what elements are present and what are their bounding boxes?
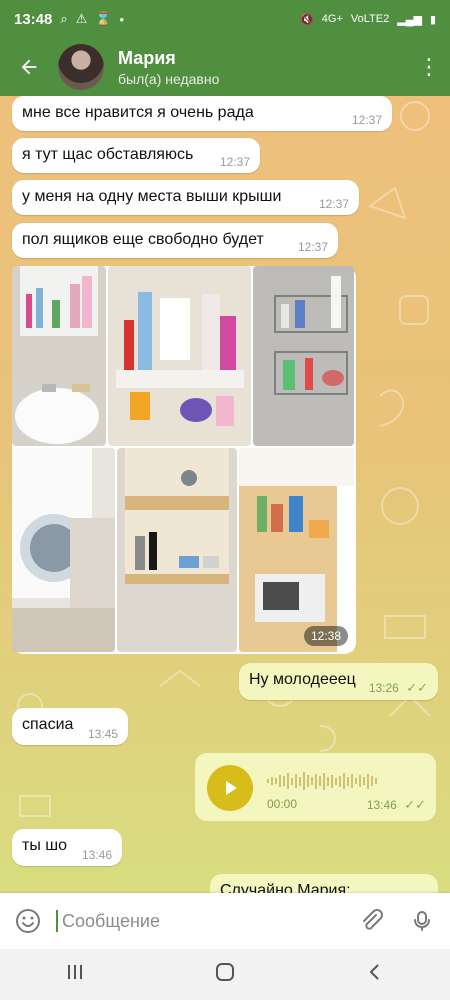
- back-arrow-icon: [21, 59, 37, 75]
- chat-area[interactable]: мне все нравится я очень рада 12:37 я ту…: [0, 96, 450, 893]
- message-input[interactable]: Сообщение: [56, 905, 338, 937]
- message-meta: 13:26 ✓✓: [369, 680, 428, 696]
- status-bar: 13:48 ⌕ ⚠ ⌛ • 🔇 4G+ VoLTE2 ▂▄▆ ▮: [0, 0, 450, 38]
- message-time: 13:46: [81, 848, 112, 862]
- message-bubble-outgoing[interactable]: Ну молодееец 13:26 ✓✓: [239, 663, 438, 700]
- photo-thumbnail[interactable]: [117, 448, 237, 652]
- microphone-button[interactable]: [406, 905, 438, 937]
- message-text: я тут щас обставляюсь: [22, 146, 194, 163]
- kebab-menu-icon: ⋮: [418, 54, 440, 79]
- message-time: 12:37: [297, 240, 328, 254]
- home-icon: [216, 963, 234, 981]
- chat-status: был(а) недавно: [118, 70, 220, 87]
- home-button[interactable]: [214, 961, 236, 988]
- message-meta: 13:46 ✓✓: [367, 797, 426, 813]
- emoji-button[interactable]: [12, 905, 44, 937]
- back-nav-button[interactable]: [364, 961, 386, 988]
- message-bubble[interactable]: ты шо 13:46: [12, 829, 122, 866]
- avatar[interactable]: [58, 44, 104, 90]
- under-sink-cabinet-image: [108, 266, 251, 446]
- wooden-shelf-image: [117, 448, 237, 652]
- play-icon: [226, 781, 237, 795]
- microphone-icon: [414, 911, 430, 931]
- bathroom-sink-image: [12, 266, 106, 446]
- photo-album[interactable]: 12:38: [12, 266, 356, 654]
- mute-icon: 🔇: [300, 13, 314, 26]
- chat-header: Мария был(а) недавно ⋮: [0, 38, 450, 96]
- photo-thumbnail[interactable]: [12, 448, 115, 652]
- signal-icon: ▂▄▆: [397, 13, 422, 26]
- battery-icon: ▮: [429, 13, 436, 26]
- photo-time: 12:38: [303, 626, 348, 646]
- network-label: 4G+: [321, 13, 343, 25]
- photo-thumbnail[interactable]: [108, 266, 251, 446]
- system-navigation-bar: [0, 949, 450, 1000]
- message-bubble[interactable]: у меня на одну места выши крыши 12:37: [12, 180, 359, 215]
- message-time: 12:37: [318, 197, 349, 211]
- message-bubble[interactable]: спасиа 13:45: [12, 708, 128, 745]
- search-icon: ⌕: [60, 11, 68, 26]
- message-text: пол ящиков еще свободно будет: [22, 231, 264, 248]
- chat-name: Мария: [118, 47, 176, 68]
- message-input-placeholder: Сообщение: [62, 910, 160, 931]
- more-options-button[interactable]: ⋮: [408, 54, 450, 80]
- message-time: 13:45: [87, 727, 118, 741]
- message-text: спасиа: [22, 716, 74, 733]
- play-button[interactable]: [207, 765, 253, 811]
- shower-caddy-image: [253, 266, 354, 446]
- message-bubble[interactable]: пол ящиков еще свободно будет 12:37: [12, 223, 338, 258]
- double-check-icon: ✓✓: [404, 797, 426, 812]
- back-button[interactable]: [0, 56, 58, 78]
- back-chevron-icon: [369, 964, 379, 980]
- message-text: Ну молодееец: [249, 671, 356, 688]
- message-time: 12:37: [219, 155, 250, 169]
- message-bubble[interactable]: мне все нравится я очень рада 12:37: [12, 96, 392, 131]
- emoji-icon: [16, 909, 40, 933]
- recent-apps-icon: [68, 965, 82, 979]
- attach-button[interactable]: [356, 905, 388, 937]
- photo-thumbnail[interactable]: [253, 266, 354, 446]
- system-icons: 🔇 4G+ VoLTE2 ▂▄▆ ▮: [300, 13, 436, 26]
- recent-apps-button[interactable]: [64, 961, 86, 988]
- text-caret: [56, 910, 58, 932]
- chat-title[interactable]: Мария был(а) недавно: [118, 48, 219, 87]
- timer-icon: ⌛: [95, 11, 112, 26]
- warning-icon: ⚠: [75, 11, 88, 26]
- message-text: Случайно Мария:: [220, 882, 351, 893]
- photo-thumbnail[interactable]: [12, 266, 106, 446]
- pantry-cabinet-image: [239, 448, 354, 652]
- status-icons: ⌕ ⚠ ⌛ •: [60, 11, 124, 27]
- paperclip-icon: [363, 909, 383, 930]
- voice-duration: 00:00: [267, 797, 298, 811]
- message-bubble[interactable]: я тут щас обставляюсь 12:37: [12, 138, 260, 173]
- double-check-icon: ✓✓: [406, 680, 428, 695]
- message-text: ты шо: [22, 837, 68, 854]
- network-label: VoLTE2: [350, 13, 390, 25]
- voice-message[interactable]: 00:00 13:46 ✓✓: [195, 753, 436, 821]
- photo-thumbnail[interactable]: [239, 448, 354, 652]
- message-time: 13:46: [366, 798, 397, 812]
- audio-waveform[interactable]: [267, 769, 377, 793]
- message-time: 12:37: [351, 113, 382, 127]
- washing-machine-image: [12, 448, 115, 652]
- status-time: 13:48: [14, 10, 53, 28]
- message-text: мне все нравится я очень рада: [22, 104, 254, 121]
- message-text: у меня на одну места выши крыши: [22, 188, 282, 205]
- message-composer: Сообщение: [0, 893, 450, 949]
- message-bubble-outgoing[interactable]: Случайно Мария:: [210, 874, 438, 893]
- message-time: 13:26: [368, 681, 399, 695]
- dot-icon: •: [119, 11, 125, 27]
